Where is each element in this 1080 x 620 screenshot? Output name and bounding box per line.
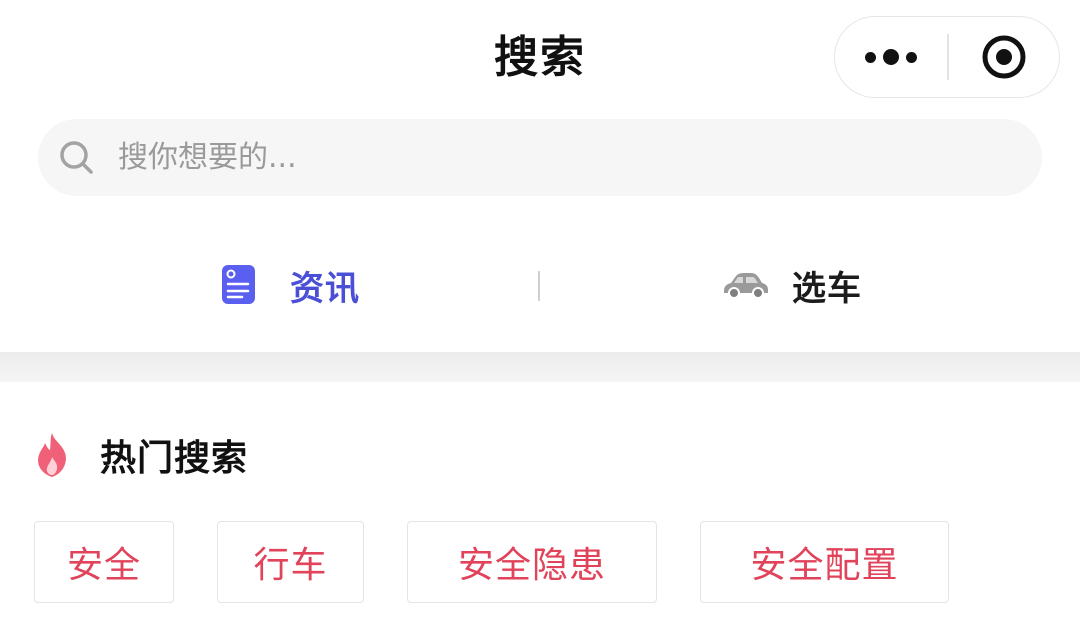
search-input[interactable] <box>118 119 998 196</box>
tab-news-label: 资讯 <box>290 268 360 309</box>
target-circle-icon <box>982 35 1026 79</box>
tab-news[interactable]: 资讯 <box>220 240 360 330</box>
more-button[interactable] <box>835 17 947 97</box>
tab-car-label: 选车 <box>792 268 862 309</box>
more-dots-icon-right <box>906 51 917 63</box>
hot-search-tag[interactable]: 安全隐患 <box>407 521 657 603</box>
search-icon <box>60 141 93 174</box>
mini-program-capsule <box>834 16 1060 98</box>
flame-icon <box>38 433 66 477</box>
tab-divider <box>538 271 540 301</box>
hot-search-tag[interactable]: 安全 <box>34 521 174 603</box>
search-bar[interactable] <box>38 119 1042 196</box>
car-icon <box>724 273 768 299</box>
more-dots-icon-center <box>883 49 899 65</box>
document-icon <box>222 265 255 304</box>
tab-car-selection[interactable]: 选车 <box>720 240 862 330</box>
more-dots-icon <box>865 51 876 63</box>
close-mini-program-button[interactable] <box>949 17 1059 97</box>
hot-search-title: 热门搜索 <box>100 438 249 479</box>
hot-search-header: 热门搜索 <box>32 420 248 490</box>
hot-search-tag[interactable]: 安全配置 <box>700 521 949 603</box>
search-page: 搜索 资讯 <box>0 0 1080 620</box>
hot-search-tag[interactable]: 行车 <box>217 521 364 603</box>
section-divider <box>0 352 1080 382</box>
